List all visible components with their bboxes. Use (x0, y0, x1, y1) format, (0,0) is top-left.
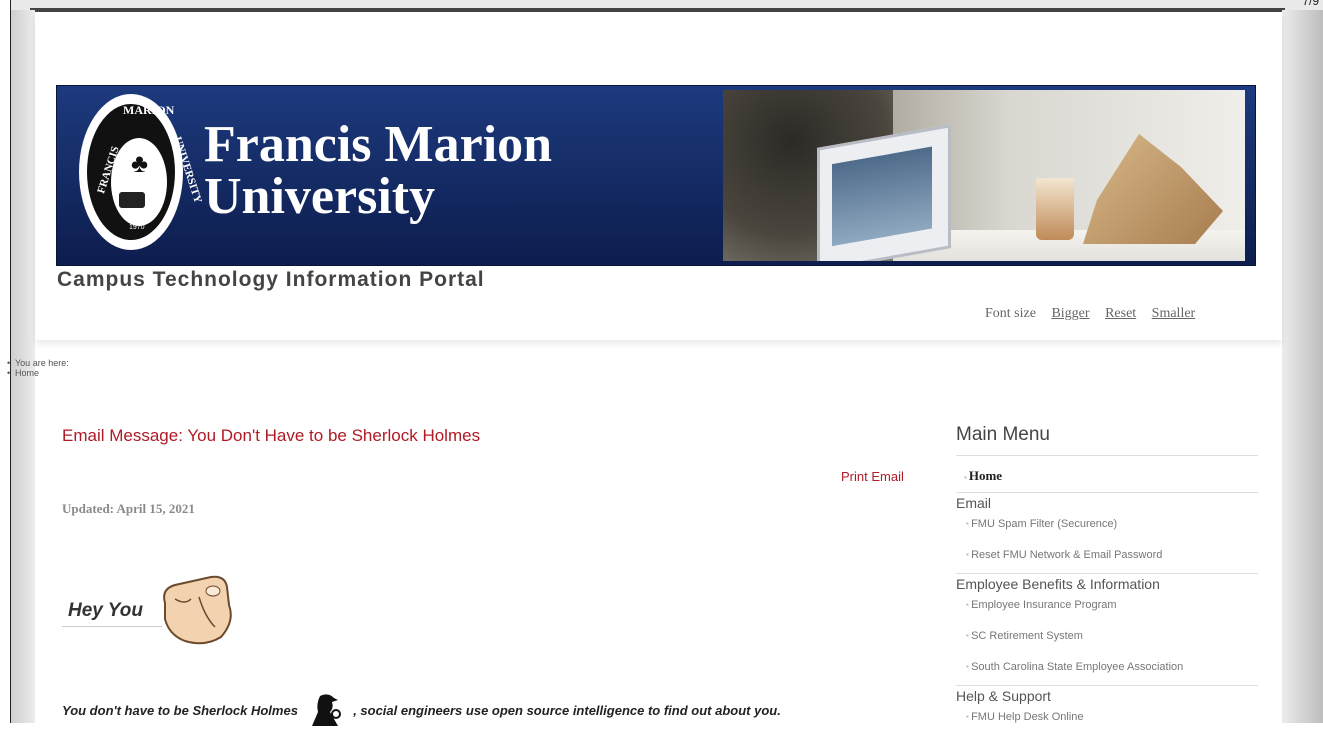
right-margin (1282, 10, 1323, 723)
breadcrumb-home[interactable]: Home (7, 368, 69, 378)
menu-item-help-desk[interactable]: FMU Help Desk Online (956, 704, 1258, 735)
breadcrumb: You are here: Home (7, 358, 69, 378)
font-size-controls: Font size Bigger Reset Smaller (985, 306, 1195, 322)
main-menu: Main Menu Home Email FMU Spam Filter (Se… (956, 424, 1258, 735)
menu-item-home[interactable]: Home (956, 468, 1258, 493)
menu-category-benefits[interactable]: Employee Benefits & Information (956, 576, 1258, 592)
menu-item-retirement[interactable]: SC Retirement System (956, 623, 1258, 654)
main-menu-title: Main Menu (956, 424, 1258, 456)
font-size-label: Font size (985, 306, 1036, 321)
updated-date: Updated: April 15, 2021 (62, 501, 195, 516)
banner-photo (723, 90, 1245, 261)
font-reset-link[interactable]: Reset (1105, 306, 1136, 321)
article-title: Email Message: You Don't Have to be Sher… (62, 426, 481, 445)
font-smaller-link[interactable]: Smaller (1152, 306, 1196, 321)
menu-item-spam-filter[interactable]: FMU Spam Filter (Securence) (956, 511, 1258, 542)
menu-category-help[interactable]: Help & Support (956, 688, 1258, 704)
site-header: MARION FRANCIS UNIVERSITY ♣ 1970 Francis… (35, 12, 1282, 340)
university-seal-icon: MARION FRANCIS UNIVERSITY ♣ 1970 (79, 94, 204, 250)
pointing-hand-icon (163, 575, 232, 645)
print-email-link[interactable]: Print Email (841, 469, 904, 484)
font-bigger-link[interactable]: Bigger (1051, 306, 1089, 321)
menu-item-employee-association[interactable]: South Carolina State Employee Associatio… (956, 654, 1258, 686)
menu-item-insurance[interactable]: Employee Insurance Program (956, 592, 1258, 623)
menu-category-email[interactable]: Email (956, 495, 1258, 511)
menu-item-reset-password[interactable]: Reset FMU Network & Email Password (956, 542, 1258, 574)
breadcrumb-label: You are here: (7, 358, 69, 368)
web-page: MARION FRANCIS UNIVERSITY ♣ 1970 Francis… (7, 12, 1282, 726)
portal-title: Campus Technology Information Portal (57, 268, 485, 291)
page-number: 7/9 (1302, 0, 1319, 8)
university-name: Francis Marion University (204, 116, 553, 225)
university-banner[interactable]: MARION FRANCIS UNIVERSITY ♣ 1970 Francis… (56, 85, 1256, 266)
hey-you-heading: Hey You (62, 600, 162, 627)
